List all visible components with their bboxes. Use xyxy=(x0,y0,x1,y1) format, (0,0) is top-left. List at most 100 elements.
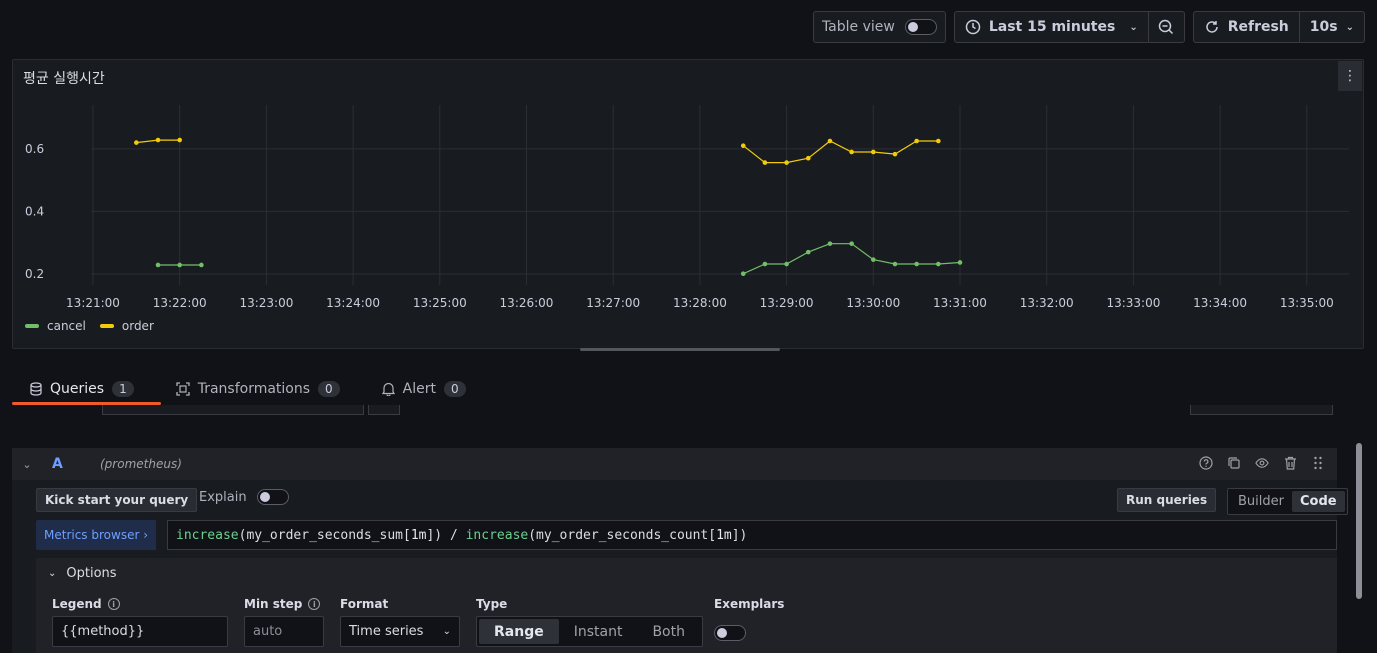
help-icon[interactable] xyxy=(1199,456,1213,470)
type-instant[interactable]: Instant xyxy=(559,619,638,644)
top-toolbar: Table view Last 15 minutes ⌄ Refresh 10s… xyxy=(812,11,1365,43)
data-point-order xyxy=(827,138,833,144)
query-letter[interactable]: A xyxy=(52,456,100,472)
datasource-settings-partial[interactable] xyxy=(368,405,400,415)
legend-format-input[interactable]: {{method}} xyxy=(52,616,228,647)
duplicate-icon[interactable] xyxy=(1227,456,1241,470)
legend-field-label: Legend i xyxy=(52,597,120,611)
query-row-header[interactable]: ⌄ A (prometheus) xyxy=(12,448,1337,480)
time-series-chart: 13:21:00 13:22:00 13:23:00 13:24:00 13:25:00… xyxy=(25,105,1349,310)
x-tick-label: 13:30:00 xyxy=(846,296,900,310)
panel-menu-icon[interactable]: ⋮ xyxy=(1338,61,1362,91)
expr-duration: 1m xyxy=(716,527,732,543)
query-inspector-partial[interactable] xyxy=(1190,405,1333,415)
data-point-order xyxy=(849,149,854,155)
expr-text: ]) xyxy=(731,527,748,543)
refresh-interval-label: 10s xyxy=(1309,19,1338,35)
panel-average-execution-time: 13:21:00 13:22:00 13:23:00 13:24:00 13:25:00… xyxy=(12,59,1364,349)
datasource-picker-partial[interactable] xyxy=(102,405,364,415)
explain-label: Explain xyxy=(199,489,247,505)
data-point-cancel xyxy=(155,262,161,268)
bell-icon xyxy=(381,382,395,396)
data-point-cancel xyxy=(740,271,746,277)
series-line-order xyxy=(742,140,939,164)
x-tick-label: 13:34:00 xyxy=(1193,296,1247,310)
scrollbar-thumb[interactable] xyxy=(1356,443,1362,599)
data-point-order xyxy=(762,160,768,165)
table-view-switch[interactable] xyxy=(904,19,937,35)
refresh-button[interactable]: Refresh xyxy=(1192,11,1300,43)
tab-label: Alert xyxy=(402,381,436,397)
legend-label-text: Legend xyxy=(52,597,102,611)
y-tick-label: 0.6 xyxy=(25,142,44,156)
collapse-chevron-icon[interactable]: ⌄ xyxy=(12,458,42,471)
tab-count: 0 xyxy=(318,381,340,397)
info-icon[interactable]: i xyxy=(308,598,321,610)
eye-icon[interactable] xyxy=(1255,456,1269,470)
query-body: Kick start your query Explain Run querie… xyxy=(12,480,1348,653)
editor-mode-toggle: Builder Code xyxy=(1227,488,1348,515)
type-range[interactable]: Range xyxy=(479,619,559,644)
explain-switch[interactable] xyxy=(256,489,289,505)
data-point-cancel xyxy=(849,241,854,246)
data-point-cancel xyxy=(871,257,876,262)
expr-duration: 1m xyxy=(410,527,427,543)
chevron-down-icon: ⌄ xyxy=(1129,21,1138,33)
chevron-down-icon: ⌄ xyxy=(442,626,451,637)
min-step-label-text: Min step xyxy=(244,597,303,611)
mode-builder[interactable]: Builder xyxy=(1230,491,1292,512)
legend-item-order[interactable]: order xyxy=(99,319,154,333)
data-point-cancel xyxy=(827,241,833,246)
editor-scrollbar[interactable] xyxy=(1355,405,1363,653)
table-view-toggle[interactable]: Table view xyxy=(812,11,946,43)
data-point-cancel xyxy=(177,262,182,268)
x-tick-label: 13:31:00 xyxy=(933,296,987,310)
tab-alert[interactable]: Alert 0 xyxy=(370,378,478,400)
time-range-picker[interactable]: Last 15 minutes ⌄ xyxy=(953,11,1149,43)
tab-label: Queries xyxy=(50,381,105,397)
type-both[interactable]: Both xyxy=(637,619,700,644)
zoom-out-button[interactable] xyxy=(1148,11,1185,43)
format-select[interactable]: Time series ⌄ xyxy=(340,616,460,647)
legend-item-cancel[interactable]: cancel xyxy=(25,319,86,333)
options-toggle[interactable]: ⌄ Options xyxy=(48,566,117,581)
y-tick-label: 0.4 xyxy=(25,204,44,218)
promql-query-input[interactable]: increase (my_order_seconds_sum[1m]) / inc… xyxy=(167,520,1337,550)
data-point-order xyxy=(155,137,161,143)
data-point-order xyxy=(740,143,746,148)
data-point-cancel xyxy=(784,261,789,267)
trash-icon[interactable] xyxy=(1283,456,1297,470)
explain-toggle[interactable]: Explain xyxy=(199,489,289,505)
x-tick-label: 13:25:00 xyxy=(413,296,467,310)
options-section: ⌄ Options Legend i {{method}} Min step i… xyxy=(36,558,1337,653)
metrics-browser-button[interactable]: Metrics browser › xyxy=(36,520,156,550)
tab-count: 0 xyxy=(444,381,466,397)
kick-start-button[interactable]: Kick start your query xyxy=(36,488,198,512)
data-point-order xyxy=(784,160,789,165)
data-point-order xyxy=(134,140,139,145)
expr-text: (my_order_seconds_count[ xyxy=(528,527,717,543)
exemplars-switch[interactable] xyxy=(714,625,746,641)
data-point-order xyxy=(805,155,811,161)
data-point-cancel xyxy=(762,261,768,267)
run-queries-button[interactable]: Run queries xyxy=(1117,488,1217,512)
tab-transformations[interactable]: Transformations 0 xyxy=(164,378,352,400)
panel-resize-handle[interactable] xyxy=(580,348,780,351)
min-step-input[interactable]: auto xyxy=(244,616,324,647)
x-tick-label: 13:29:00 xyxy=(760,296,814,310)
drag-handle-icon[interactable] xyxy=(1311,456,1325,470)
legend-swatch xyxy=(25,324,39,328)
mode-code[interactable]: Code xyxy=(1291,491,1345,512)
x-tick-label: 13:23:00 xyxy=(239,296,293,310)
chevron-down-icon: ⌄ xyxy=(48,568,57,579)
refresh-interval-picker[interactable]: 10s ⌄ xyxy=(1299,11,1365,43)
chart-legend: cancel order xyxy=(25,319,154,333)
query-row-actions xyxy=(1199,456,1325,470)
info-icon[interactable]: i xyxy=(107,598,120,610)
options-header: Options xyxy=(66,566,117,581)
x-tick-label: 13:21:00 xyxy=(66,296,120,310)
data-point-order xyxy=(914,138,919,144)
tab-queries[interactable]: Queries 1 xyxy=(12,378,161,405)
legend-swatch xyxy=(99,324,114,328)
x-tick-label: 13:27:00 xyxy=(586,296,640,310)
